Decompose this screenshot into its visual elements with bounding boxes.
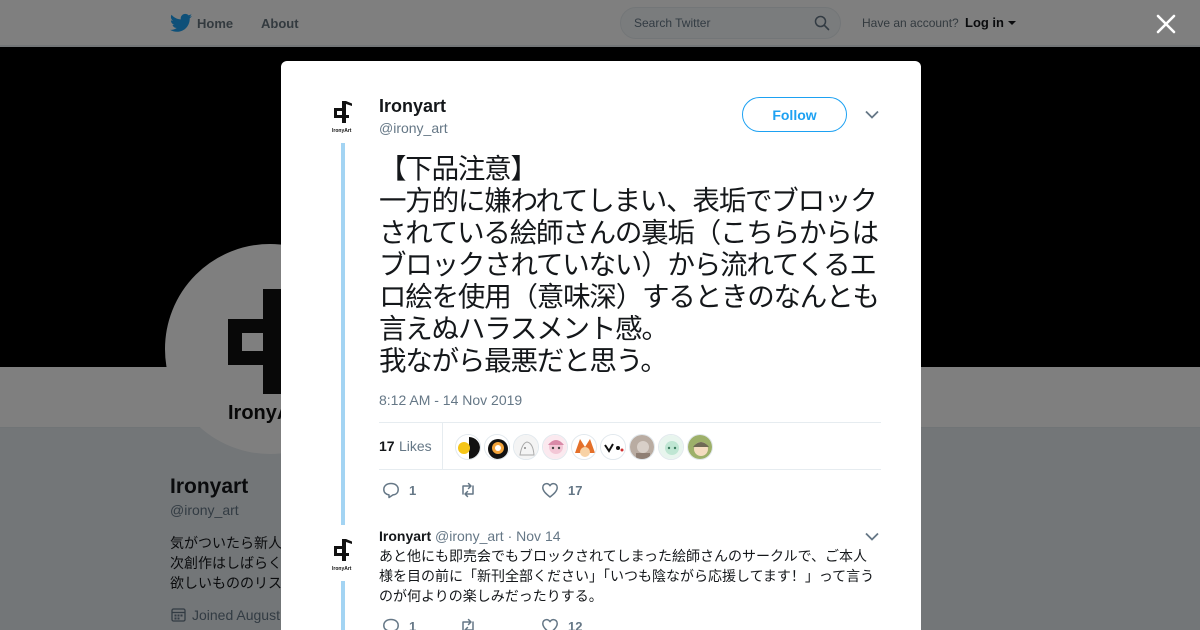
liker-avatar[interactable] [455,434,481,460]
reply-author-avatar[interactable]: IronyArt [327,535,361,573]
thread-line [341,581,345,630]
reply-header: Ironyart @irony_art · Nov 14 [379,528,561,544]
heart-icon [542,482,558,498]
liker-avatars [455,434,713,460]
liker-avatar[interactable] [600,434,626,460]
tweet-timestamp[interactable]: 8:12 AM - 14 Nov 2019 [379,392,522,408]
chevron-down-icon[interactable] [865,110,879,119]
tweet-author-handle[interactable]: @irony_art [379,120,448,136]
tweet-text: 【下品注意】 一方的に嫌われてしまい、表垢でブロックされている絵師さんの裏垢（こ… [379,153,880,377]
reply-retweet-button[interactable] [459,617,486,630]
reply-text: あと他にも即売会でもブロックされてしまった絵師さんのサークルで、ご本人様を目の前… [379,548,875,604]
likes-label[interactable]: Likes [399,438,432,454]
reply-reply-count: 1 [409,618,417,630]
reply-icon [383,482,399,499]
reply-separator: · [507,528,513,544]
retweet-icon [462,618,474,630]
retweet-button[interactable] [459,481,486,499]
liker-avatar[interactable] [687,434,713,460]
reply-like-button[interactable]: 12 [541,617,582,630]
reply-like-count: 12 [568,618,583,630]
tweet-author-name[interactable]: Ironyart [379,96,446,117]
svg-text:IronyArt: IronyArt [332,566,352,572]
liker-avatar[interactable] [658,434,684,460]
reply-reply-button[interactable]: 1 [382,617,416,630]
liker-avatar[interactable] [571,434,597,460]
like-button[interactable]: 17 [541,481,582,499]
reply-icon [383,618,399,630]
thread-line [341,143,345,525]
likes-count[interactable]: 17 [379,438,395,454]
reply-author-handle[interactable]: @irony_art [435,528,504,544]
close-icon[interactable] [1154,12,1178,36]
reply-date[interactable]: Nov 14 [516,528,560,544]
tweet-stats: 17 Likes [379,422,881,470]
liker-avatar[interactable] [484,434,510,460]
reply-author-name[interactable]: Ironyart [379,528,431,544]
retweet-icon [462,482,474,498]
reply-count: 1 [409,482,417,498]
author-avatar[interactable]: IronyArt [327,97,361,135]
liker-avatar[interactable] [513,434,539,460]
tweet-modal: IronyArt Ironyart @irony_art Follow 【下品注… [281,61,921,630]
reply-button[interactable]: 1 [382,481,416,499]
like-count: 17 [568,482,583,498]
follow-button[interactable]: Follow [742,97,847,132]
chevron-down-icon[interactable] [865,532,879,541]
heart-icon [542,618,558,630]
liker-avatar[interactable] [629,434,655,460]
svg-text:IronyArt: IronyArt [332,128,352,134]
liker-avatar[interactable] [542,434,568,460]
stats-divider [442,423,443,469]
